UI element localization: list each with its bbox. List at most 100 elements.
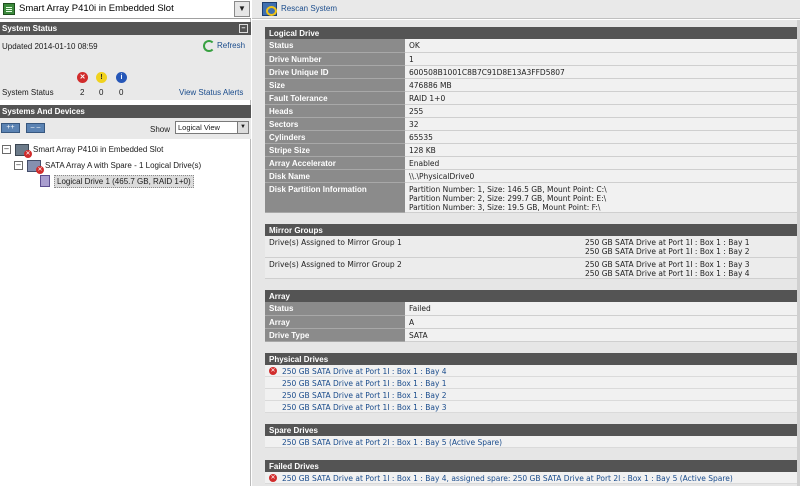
- table-row: Drive(s) Assigned to Mirror Group 1 250 …: [265, 236, 800, 258]
- property-key: Status: [265, 302, 405, 316]
- drive-link[interactable]: 250 GB SATA Drive at Port 1I : Box 1 : B…: [282, 474, 733, 483]
- table-row: Drive Number 1: [265, 52, 800, 66]
- rescan-system-link[interactable]: Rescan System: [281, 4, 337, 13]
- property-key: Drive Unique ID: [265, 65, 405, 79]
- tree-item-label: Logical Drive 1 (465.7 GB, RAID 1+0): [54, 175, 194, 188]
- property-key: Disk Partition Information: [265, 182, 405, 213]
- property-value: RAID 1+0: [405, 91, 800, 105]
- action-toolbar: Rescan System: [252, 0, 800, 19]
- partition-item: Partition Number: 3, Size: 19.5 GB, Moun…: [409, 202, 601, 212]
- mirror-group-drives: 250 GB SATA Drive at Port 1I : Box 1 : B…: [581, 236, 800, 258]
- drive-link[interactable]: 250 GB SATA Drive at Port 1I : Box 1 : B…: [282, 379, 447, 388]
- table-row: Array A: [265, 315, 800, 329]
- drive-link[interactable]: 250 GB SATA Drive at Port 1I : Box 1 : B…: [282, 403, 447, 412]
- table-row: Fault Tolerance RAID 1+0: [265, 91, 800, 105]
- property-value: Partition Number: 1, Size: 146.5 GB, Mou…: [405, 182, 800, 213]
- physical-drive-item[interactable]: 250 GB SATA Drive at Port 1I : Box 1 : B…: [265, 401, 800, 413]
- array-icon: [27, 160, 44, 174]
- systems-devices-header: Systems And Devices: [0, 105, 251, 118]
- property-value: Failed: [405, 302, 800, 316]
- failed-drives-section: Failed Drives ✕ 250 GB SATA Drive at Por…: [265, 460, 800, 484]
- property-value: 32: [405, 117, 800, 131]
- logical-drive-section: Logical Drive Status OK Drive Number 1 Drive…: [265, 27, 800, 213]
- critical-count: 2: [80, 88, 85, 97]
- drive-link[interactable]: 250 GB SATA Drive at Port 1I : Box 1 : B…: [282, 391, 447, 400]
- table-row: Size 476886 MB: [265, 78, 800, 92]
- failed-icon: ✕: [269, 367, 277, 375]
- table-row: Heads 255: [265, 104, 800, 118]
- physical-drive-item[interactable]: 250 GB SATA Drive at Port 1I : Box 1 : B…: [265, 377, 800, 389]
- expand-all-button[interactable]: ++: [1, 123, 20, 133]
- property-value: \\.\PhysicalDrive0: [405, 169, 800, 183]
- left-pane: Smart Array P410i in Embedded Slot ▼ Sys…: [0, 0, 251, 486]
- table-row: Drive Unique ID 600508B1001C8B7C91D8E13A3…: [265, 65, 800, 79]
- drive-item: 250 GB SATA Drive at Port 1I : Box 1 : B…: [585, 247, 750, 256]
- controller-select[interactable]: Smart Array P410i in Embedded Slot ▼: [0, 0, 251, 19]
- property-value: Enabled: [405, 156, 800, 170]
- systems-devices-title: Systems And Devices: [2, 107, 85, 116]
- physical-drives-section: Physical Drives ✕ 250 GB SATA Drive at P…: [265, 353, 800, 413]
- drive-link[interactable]: 250 GB SATA Drive at Port 1I : Box 1 : B…: [282, 367, 447, 376]
- devices-toolbar: ++ – – Show Logical View ▼: [0, 118, 251, 139]
- logical-drive-icon: [40, 175, 50, 187]
- tree-item-label: SATA Array A with Spare - 1 Logical Driv…: [45, 161, 202, 170]
- table-row: Status OK: [265, 39, 800, 53]
- failed-drive-item[interactable]: ✕ 250 GB SATA Drive at Port 1I : Box 1 :…: [265, 472, 800, 484]
- table-row: Disk Partition Information Partition Numb…: [265, 182, 800, 213]
- property-value: 128 KB: [405, 143, 800, 157]
- updated-timestamp: Updated 2014-01-10 08:59: [2, 42, 98, 51]
- warning-count: 0: [99, 88, 104, 97]
- info-count: 0: [119, 88, 124, 97]
- warning-icon: !: [96, 72, 107, 83]
- property-value: SATA: [405, 328, 800, 342]
- system-status-label: System Status: [2, 88, 54, 97]
- property-key: Array Accelerator: [265, 156, 405, 170]
- system-status-panel: Updated 2014-01-10 08:59 Refresh ✕ ! i S…: [0, 35, 251, 100]
- partition-item: Partition Number: 1, Size: 146.5 GB, Mou…: [409, 184, 607, 194]
- array-section: Array Status Failed Array A Drive Type SATA: [265, 290, 800, 342]
- drive-item: 250 GB SATA Drive at Port 1I : Box 1 : B…: [585, 238, 750, 247]
- array-table: Status Failed Array A Drive Type SATA: [265, 302, 800, 342]
- property-value: 476886 MB: [405, 78, 800, 92]
- property-value: 1: [405, 52, 800, 66]
- drive-link[interactable]: 250 GB SATA Drive at Port 2I : Box 1 : B…: [282, 438, 502, 447]
- refresh-link[interactable]: Refresh: [203, 41, 245, 50]
- critical-icon: ✕: [77, 72, 88, 83]
- section-title: Physical Drives: [265, 353, 800, 365]
- property-value: 600508B1001C8B7C91D8E13A3FFD5807: [405, 65, 800, 79]
- view-select[interactable]: Logical View ▼: [175, 121, 249, 134]
- drive-item: 250 GB SATA Drive at Port 1I : Box 1 : B…: [585, 259, 750, 269]
- table-row: Drive Type SATA: [265, 328, 800, 342]
- tree-collapse-icon[interactable]: –: [2, 145, 11, 154]
- property-value: 255: [405, 104, 800, 118]
- property-key: Stripe Size: [265, 143, 405, 157]
- tree-item-controller[interactable]: – Smart Array P410i in Embedded Slot: [2, 144, 247, 158]
- controller-icon: [15, 144, 32, 158]
- system-status-title: System Status: [2, 24, 58, 33]
- collapse-icon[interactable]: –: [239, 24, 248, 33]
- spare-drives-section: Spare Drives 250 GB SATA Drive at Port 2…: [265, 424, 800, 448]
- mirror-group-label: Drive(s) Assigned to Mirror Group 1: [265, 236, 581, 258]
- collapse-all-button[interactable]: – –: [26, 123, 45, 133]
- tree-item-logical-drive[interactable]: Logical Drive 1 (465.7 GB, RAID 1+0): [40, 175, 247, 188]
- spare-drive-item[interactable]: 250 GB SATA Drive at Port 2I : Box 1 : B…: [265, 436, 800, 448]
- physical-drive-item[interactable]: ✕ 250 GB SATA Drive at Port 1I : Box 1 :…: [265, 365, 800, 377]
- view-status-alerts-link[interactable]: View Status Alerts: [179, 88, 243, 97]
- table-row: Stripe Size 128 KB: [265, 143, 800, 157]
- tree-item-array[interactable]: – SATA Array A with Spare - 1 Logical Dr…: [14, 160, 247, 174]
- mirror-group-drives: 250 GB SATA Drive at Port 1I : Box 1 : B…: [581, 257, 800, 279]
- property-key: Cylinders: [265, 130, 405, 144]
- controller-icon: [3, 3, 15, 15]
- section-title: Failed Drives: [265, 460, 800, 472]
- info-icon: i: [116, 72, 127, 83]
- rescan-icon[interactable]: [262, 2, 277, 16]
- mirror-groups-table: Drive(s) Assigned to Mirror Group 1 250 …: [265, 236, 800, 279]
- drive-item: 250 GB SATA Drive at Port 1I : Box 1 : B…: [585, 268, 750, 278]
- view-select-value: Logical View: [178, 123, 220, 132]
- system-status-header: System Status –: [0, 22, 251, 35]
- chevron-down-icon[interactable]: ▼: [237, 122, 248, 133]
- chevron-down-icon[interactable]: ▼: [234, 1, 250, 17]
- table-row: Cylinders 65535: [265, 130, 800, 144]
- physical-drive-item[interactable]: 250 GB SATA Drive at Port 1I : Box 1 : B…: [265, 389, 800, 401]
- tree-collapse-icon[interactable]: –: [14, 161, 23, 170]
